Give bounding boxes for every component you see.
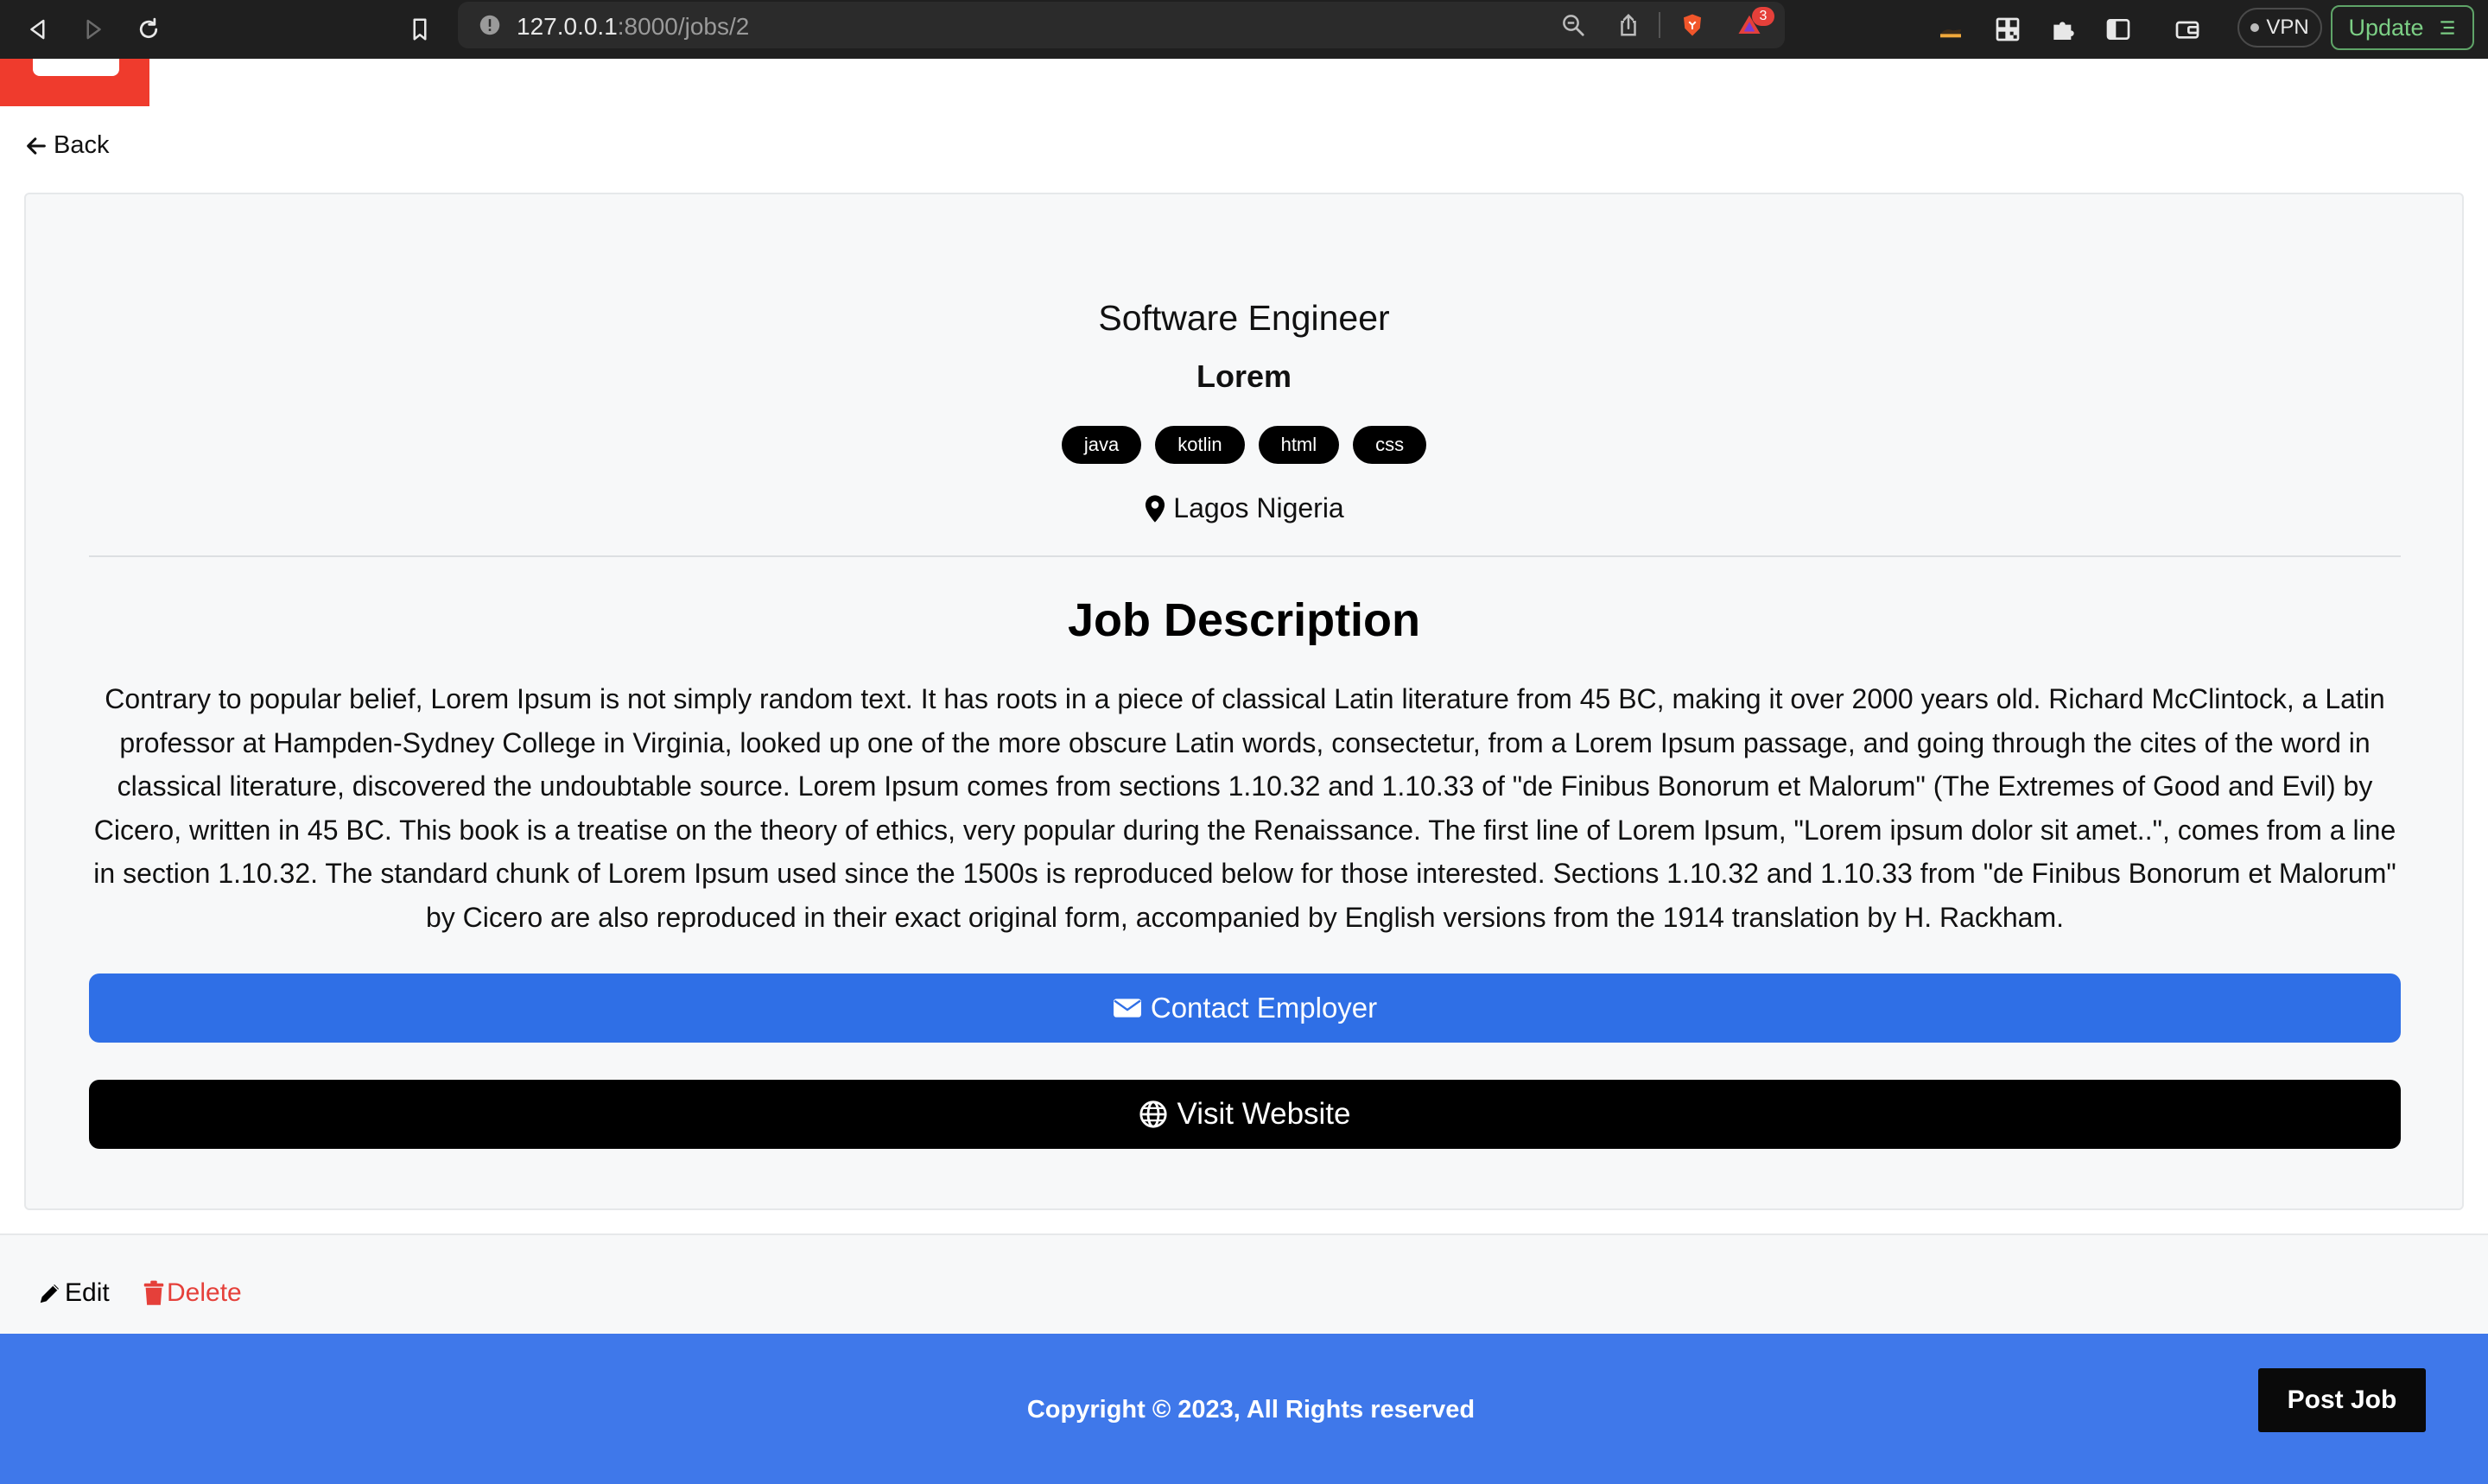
tag-css[interactable]: css	[1353, 426, 1427, 464]
delete-label: Delete	[167, 1278, 242, 1307]
zoom-icon[interactable]	[1560, 12, 1586, 38]
vpn-status-dot	[2250, 23, 2260, 32]
job-title: Software Engineer	[1098, 298, 1390, 338]
wallet-icon[interactable]	[2170, 12, 2205, 47]
back-label: Back	[54, 131, 110, 159]
url-host: 127.0.0.1	[517, 13, 618, 40]
tag-java[interactable]: java	[1061, 426, 1142, 464]
map-marker-icon	[1146, 494, 1165, 523]
arrow-left-icon	[27, 136, 46, 155]
edit-button[interactable]: Edit	[37, 1278, 110, 1308]
description-body: Contrary to popular belief, Lorem Ipsum …	[93, 683, 2396, 933]
tag-html[interactable]: html	[1258, 426, 1340, 464]
description-heading: Job Description	[1067, 594, 1421, 646]
site-info-icon[interactable]	[477, 12, 503, 38]
delete-button[interactable]: Delete	[143, 1278, 242, 1308]
browser-forward-button[interactable]	[73, 9, 114, 50]
bookmark-icon	[413, 18, 427, 41]
contact-employer-button[interactable]: Contact Employer	[89, 973, 2401, 1043]
visit-website-label: Visit Website	[1177, 1097, 1351, 1131]
menu-icon	[2440, 21, 2454, 35]
browser-reload-button[interactable]	[128, 9, 169, 50]
sidebar-icon[interactable]	[2101, 12, 2136, 47]
edit-label: Edit	[65, 1278, 110, 1307]
globe-icon	[1139, 1100, 1168, 1128]
section-divider	[89, 555, 2401, 557]
browser-toolbar: 127.0.0.1:8000/jobs/2 3 VPN Update	[0, 0, 2488, 59]
reload-icon	[139, 17, 158, 39]
back-triangle-icon	[30, 19, 45, 40]
vpn-button[interactable]: VPN	[2237, 8, 2322, 48]
update-label: Update	[2348, 14, 2424, 41]
tag-list: java kotlin html css	[26, 426, 2462, 464]
bookmark-button[interactable]	[399, 9, 441, 50]
envelope-icon	[1113, 999, 1141, 1018]
url-text[interactable]: 127.0.0.1:8000/jobs/2	[517, 13, 749, 41]
share-icon[interactable]	[1615, 12, 1641, 38]
browser-back-button[interactable]	[17, 9, 59, 50]
site-footer: Copyright © 2023, All Rights reserved Po…	[0, 1334, 2488, 1484]
back-link[interactable]: Back	[24, 131, 109, 160]
url-path: :8000/jobs/2	[617, 13, 750, 40]
job-card: Software Engineer Lorem java kotlin html…	[24, 193, 2464, 1210]
brave-shield-icon[interactable]	[1679, 12, 1705, 38]
visit-website-button[interactable]: Visit Website	[89, 1080, 2401, 1149]
address-bar-divider	[1659, 12, 1660, 38]
pencil-icon	[40, 1284, 59, 1303]
extension-icon[interactable]	[1933, 12, 1968, 47]
vpn-label: VPN	[2266, 16, 2309, 39]
post-job-button[interactable]: Post Job	[2258, 1368, 2426, 1432]
address-bar[interactable]: 127.0.0.1:8000/jobs/2	[458, 2, 1785, 48]
tag-kotlin[interactable]: kotlin	[1155, 426, 1245, 464]
forward-triangle-icon	[86, 19, 101, 40]
job-actions-bar: Edit Delete	[0, 1233, 2488, 1334]
copyright-text: Copyright © 2023, All Rights reserved	[1026, 1396, 1476, 1424]
contact-employer-label: Contact Employer	[1150, 992, 1378, 1024]
puzzle-icon[interactable]	[2046, 12, 2080, 47]
site-logo[interactable]	[0, 59, 149, 106]
company-name: Lorem	[1196, 358, 1292, 394]
location-text: Lagos Nigeria	[1173, 492, 1344, 523]
job-location: Lagos Nigeria	[26, 492, 2462, 524]
trash-icon	[143, 1280, 164, 1305]
qr-code-icon[interactable]	[1990, 12, 2025, 47]
update-button[interactable]: Update	[2331, 5, 2474, 50]
rewards-count-badge: 3	[1752, 7, 1774, 26]
logo-glyph	[33, 59, 119, 76]
